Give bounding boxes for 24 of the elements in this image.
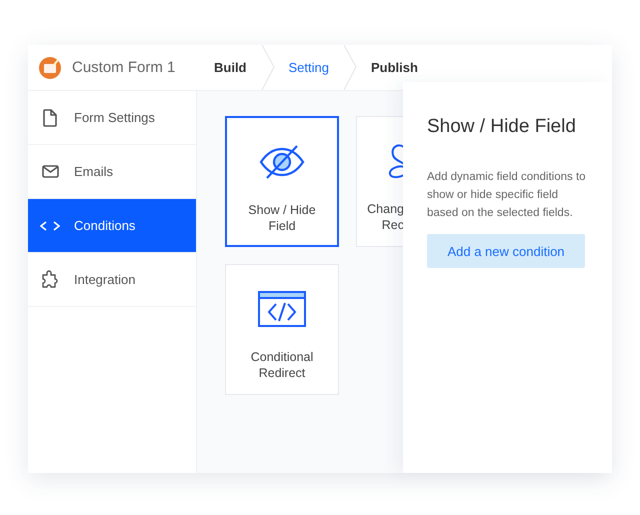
puzzle-icon [40,270,60,290]
hidden-eye-icon [259,145,305,179]
code-window-icon [258,291,306,327]
panel-description: Add dynamic field conditions to show or hide specific field based on the selected fields. [427,170,587,221]
card-label: Conditional Redirect [250,349,314,381]
loop-icon [388,143,404,179]
form-title: Custom Form 1 [72,59,176,76]
mail-icon [42,165,58,178]
condition-card[interactable]: Show / Hide Field [225,116,339,247]
sidebar-item[interactable]: Form Settings [28,91,196,145]
step-tab[interactable]: Publish [356,60,432,75]
sidebar-item[interactable]: Conditions [28,199,196,253]
condition-card[interactable]: Conditional Redirect [225,264,339,395]
code-icon [40,220,60,230]
card-label: Show / Hide Field [248,202,316,234]
form-logo-icon [38,56,62,80]
condition-card[interactable]: Chang Rec [356,116,404,247]
step-tab[interactable]: Build [200,60,260,75]
step-tab[interactable]: Setting [274,60,343,75]
add-condition-button[interactable]: Add a new condition [427,234,585,268]
card-label: Chang Rec [367,201,404,233]
document-icon [43,108,57,126]
panel-title: Show / Hide Field [427,116,577,138]
sidebar-item[interactable]: Integration [28,253,196,307]
